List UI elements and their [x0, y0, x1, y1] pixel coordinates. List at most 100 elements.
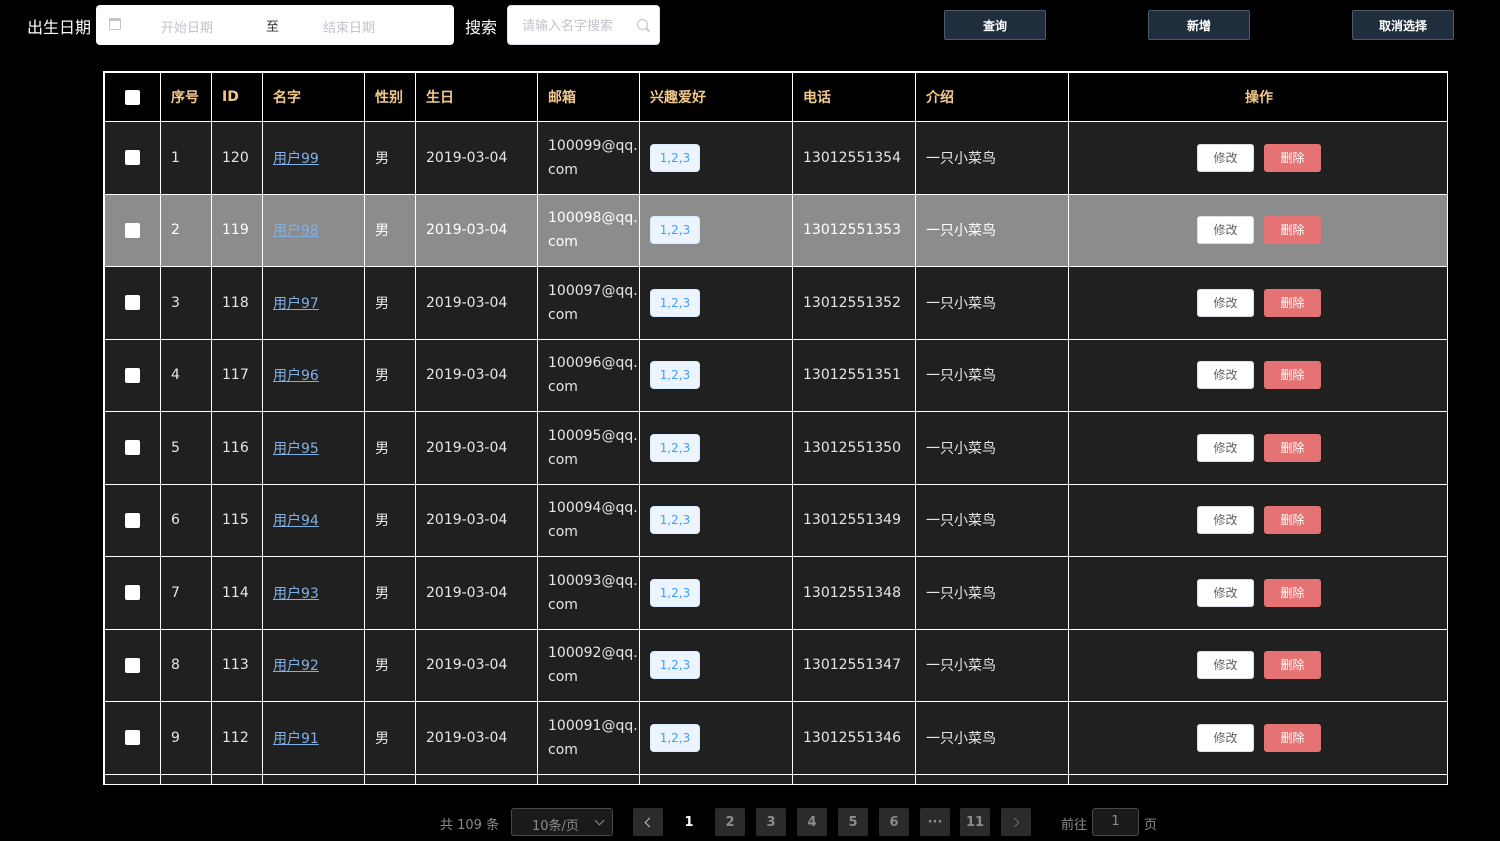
deselect-button[interactable]: 取消选择: [1352, 10, 1454, 40]
email-line-2: com: [548, 451, 578, 468]
cell-email: 100097@qq. com: [537, 266, 640, 340]
table-row: 5 116 用户95 男 2019-03-04 100095@qq. com 1,2,3 130…: [104, 411, 1447, 485]
edit-button[interactable]: 修改: [1197, 288, 1254, 317]
row-checkbox[interactable]: [125, 585, 140, 601]
search-icon[interactable]: [637, 19, 648, 30]
delete-button[interactable]: 删除: [1264, 216, 1321, 245]
row-checkbox[interactable]: [125, 657, 140, 673]
cell-phone: 13012551346: [792, 701, 916, 775]
cell-ops: 修改 删除: [1068, 121, 1447, 195]
page-button[interactable]: 6: [879, 808, 909, 836]
cell-birthday: 2019-03-04: [415, 411, 538, 485]
user-name-link[interactable]: 用户93: [273, 586, 319, 602]
email-line-1: 100098@qq.: [548, 210, 638, 227]
header-birthday: 生日: [415, 72, 538, 122]
edit-button[interactable]: 修改: [1197, 216, 1254, 245]
edit-button[interactable]: 修改: [1197, 361, 1254, 390]
cell-intro: 一只小菜鸟: [915, 628, 1069, 702]
page-size-value: 10条/页: [532, 819, 579, 834]
cell-phone: 13012551347: [792, 628, 916, 702]
user-name-link[interactable]: 用户95: [273, 441, 319, 457]
page-ellipsis[interactable]: ···: [920, 808, 950, 836]
cell-phone: 13012551352: [792, 266, 916, 340]
cell-gender: 男: [364, 193, 416, 267]
delete-button[interactable]: 删除: [1264, 143, 1321, 172]
delete-button[interactable]: 删除: [1264, 506, 1321, 535]
total-count: 共 109 条: [440, 818, 500, 833]
edit-button[interactable]: 修改: [1197, 723, 1254, 752]
email-line-1: 100093@qq.: [548, 572, 638, 589]
row-checkbox[interactable]: [125, 367, 140, 383]
add-button[interactable]: 新增: [1148, 10, 1250, 40]
chevron-left-icon: [644, 817, 655, 827]
delete-button[interactable]: 删除: [1264, 723, 1321, 752]
select-all-checkbox[interactable]: [125, 89, 140, 105]
row-checkbox[interactable]: [125, 295, 140, 311]
cell-email: 100098@qq. com: [537, 193, 640, 267]
edit-button[interactable]: 修改: [1197, 651, 1254, 680]
cell-intro: 一只小菜鸟: [915, 121, 1069, 195]
row-checkbox[interactable]: [125, 150, 140, 166]
search-box[interactable]: [507, 5, 660, 45]
cell-name: 用户91: [262, 701, 365, 775]
cell-email: 100093@qq. com: [537, 556, 640, 630]
cell-ops: 修改 删除: [1068, 411, 1447, 485]
page-size-select[interactable]: 10条/页: [511, 808, 613, 836]
cell-id: 119: [211, 193, 263, 267]
end-date-input[interactable]: 结束日期: [323, 17, 375, 36]
page-button[interactable]: 4: [797, 808, 827, 836]
hobby-tag: 1,2,3: [650, 143, 700, 172]
row-checkbox[interactable]: [125, 440, 140, 456]
delete-button[interactable]: 删除: [1264, 288, 1321, 317]
user-name-link[interactable]: 用户97: [273, 296, 319, 312]
page-button[interactable]: 5: [838, 808, 868, 836]
user-name-link[interactable]: 用户98: [273, 223, 319, 239]
email-line-2: com: [548, 669, 578, 686]
cell-ops: 修改 删除: [1068, 483, 1447, 557]
start-date-input[interactable]: 开始日期: [161, 17, 213, 36]
page-button[interactable]: 3: [756, 808, 786, 836]
page-button[interactable]: 1: [674, 808, 704, 836]
edit-button[interactable]: 修改: [1197, 433, 1254, 462]
user-name-link[interactable]: 用户94: [273, 513, 319, 529]
header-hobbies: 兴趣爱好: [639, 72, 793, 122]
filter-bar: 出生日期 开始日期 至 结束日期 搜索 查询 新增 取消选择: [0, 0, 1500, 50]
cell-gender: 男: [364, 628, 416, 702]
email-line-1: 100094@qq.: [548, 500, 638, 517]
cell-name: 用户95: [262, 411, 365, 485]
delete-button[interactable]: 删除: [1264, 651, 1321, 680]
edit-button[interactable]: 修改: [1197, 506, 1254, 535]
cell-hobbies: 1,2,3: [639, 266, 793, 340]
user-name-link[interactable]: 用户96: [273, 368, 319, 384]
page-button[interactable]: 2: [715, 808, 745, 836]
user-name-link[interactable]: 用户99: [273, 151, 319, 167]
cell-hobbies: 1,2,3: [639, 411, 793, 485]
row-checkbox[interactable]: [125, 222, 140, 238]
email-line-2: com: [548, 234, 578, 251]
row-checkbox[interactable]: [125, 512, 140, 528]
search-input[interactable]: [522, 16, 632, 36]
cell-index: 9: [160, 701, 212, 775]
edit-button[interactable]: 修改: [1197, 143, 1254, 172]
next-page-button[interactable]: [1001, 808, 1031, 836]
delete-button[interactable]: 删除: [1264, 433, 1321, 462]
delete-button[interactable]: 删除: [1264, 578, 1321, 607]
user-name-link[interactable]: 用户92: [273, 658, 319, 674]
user-name-link[interactable]: 用户91: [273, 731, 319, 747]
prev-page-button[interactable]: [633, 808, 663, 836]
page-button[interactable]: 11: [960, 808, 990, 836]
query-button[interactable]: 查询: [944, 10, 1046, 40]
cell-birthday: 2019-03-04: [415, 556, 538, 630]
date-range-picker[interactable]: 开始日期 至 结束日期: [96, 5, 454, 45]
row-checkbox[interactable]: [125, 730, 140, 746]
cell-ops: 修改 删除: [1068, 266, 1447, 340]
email-line-2: com: [548, 596, 578, 613]
header-name: 名字: [262, 72, 365, 122]
cell-index: 2: [160, 193, 212, 267]
cell-gender: 男: [364, 411, 416, 485]
goto-page-input[interactable]: 1: [1092, 808, 1139, 836]
edit-button[interactable]: 修改: [1197, 578, 1254, 607]
cell-index: 1: [160, 121, 212, 195]
delete-button[interactable]: 删除: [1264, 361, 1321, 390]
cell-ops: 修改 删除: [1068, 193, 1447, 267]
